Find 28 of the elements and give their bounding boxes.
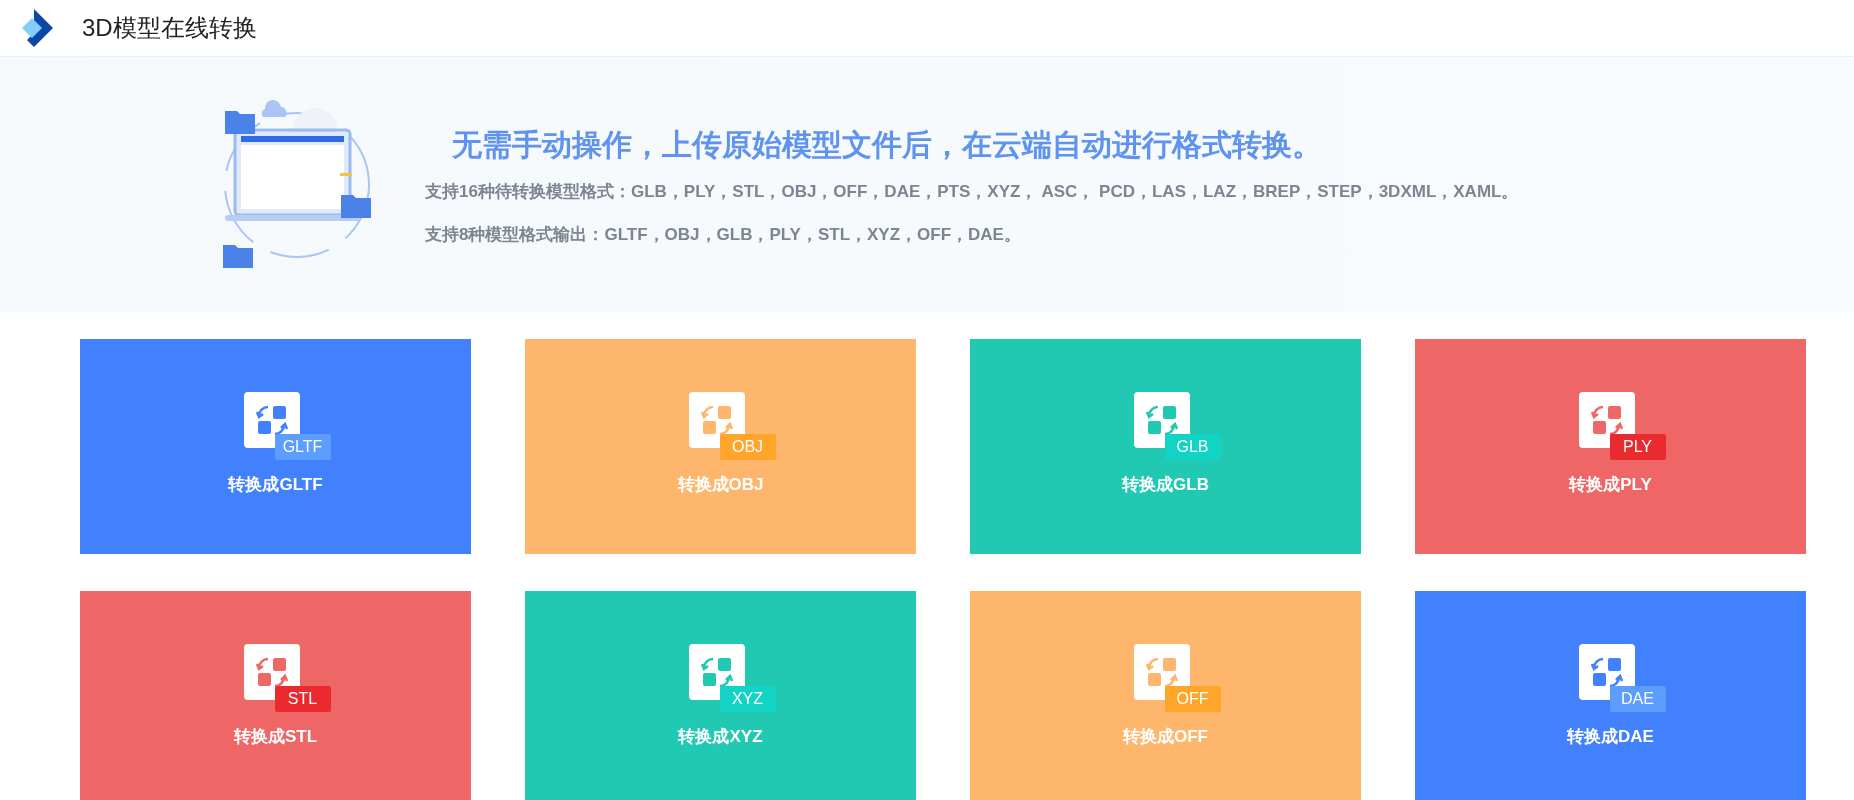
convert-card[interactable]: DAE 转换成DAE: [1415, 591, 1806, 800]
card-label: 转换成OBJ: [677, 474, 764, 496]
convert-card[interactable]: GLTF 转换成GLTF: [80, 339, 471, 554]
card-label: 转换成STL: [233, 726, 318, 748]
format-tag: GLTF: [274, 434, 331, 460]
format-tag: OFF: [1164, 686, 1221, 712]
card-label: 转换成OFF: [1123, 726, 1208, 748]
convert-card[interactable]: OBJ 转换成OBJ: [525, 339, 916, 554]
card-label: 转换成PLY: [1569, 474, 1652, 496]
card-label: 转换成XYZ: [678, 726, 763, 748]
site-title: 3D模型在线转换: [82, 13, 257, 43]
format-tag: GLB: [1164, 434, 1221, 460]
format-tag: XYZ: [719, 686, 776, 712]
format-info: 支持16种待转换模型格式：GLB，PLY，STL，OBJ，OFF，DAE，PTS，XYZ， ASC， PCD，LAS，LAZ，BREP，STEP，3DXML，XAML。: [425, 180, 1519, 203]
format-tag: DAE: [1609, 686, 1666, 712]
convert-card[interactable]: XYZ 转换成XYZ: [525, 591, 916, 800]
convert-card[interactable]: GLB 转换成GLB: [970, 339, 1361, 554]
convert-card[interactable]: STL 转换成STL: [80, 591, 471, 800]
convert-card[interactable]: PLY 转换成PLY: [1415, 339, 1806, 554]
headline: 无需手动操作，上传原始模型文件后，在云端自动进行格式转换。: [452, 126, 1323, 163]
card-label: 转换成GLTF: [228, 474, 323, 496]
card-label: 转换成DAE: [1567, 726, 1654, 748]
convert-card[interactable]: OFF 转换成OFF: [970, 591, 1361, 800]
format-tag: PLY: [1609, 434, 1666, 460]
card-label: 转换成GLB: [1122, 474, 1209, 496]
format-tag: STL: [274, 686, 331, 712]
format-info: 支持8种模型格式输出：GLTF，OBJ，GLB，PLY，STL，XYZ，OFF，DAE。: [425, 224, 1022, 246]
format-tag: OBJ: [719, 434, 776, 460]
